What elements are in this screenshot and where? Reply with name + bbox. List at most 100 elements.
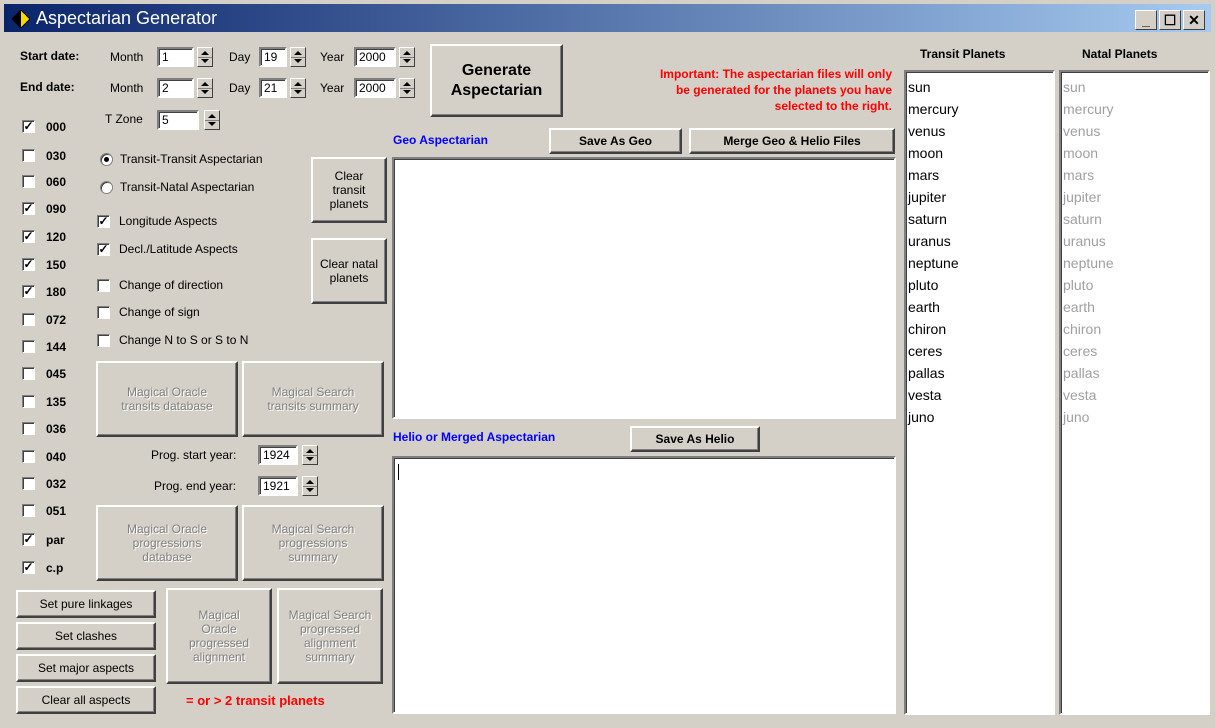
prog-start-input[interactable]: 1924 bbox=[258, 445, 298, 465]
transit-planet-item[interactable]: juno bbox=[906, 406, 1053, 428]
natal-planet-item[interactable]: sun bbox=[1061, 76, 1208, 98]
helio-aspectarian-textarea[interactable] bbox=[392, 456, 896, 714]
natal-planet-item[interactable]: moon bbox=[1061, 142, 1208, 164]
end-year-spinner[interactable] bbox=[399, 78, 415, 98]
aspect-checkbox-par[interactable]: ✓ bbox=[22, 533, 35, 546]
transit-natal-radio[interactable] bbox=[100, 181, 113, 194]
app-window: { "window": { "title": "Aspectarian Gene… bbox=[0, 0, 1215, 728]
natal-planet-item[interactable]: jupiter bbox=[1061, 186, 1208, 208]
transit-planets-list[interactable]: sun mercury venus moon mars jupiter saturn uran… bbox=[904, 70, 1055, 715]
start-year-input[interactable]: 2000 bbox=[354, 47, 396, 67]
transit-planet-item[interactable]: jupiter bbox=[906, 186, 1053, 208]
transit-planet-item[interactable]: pallas bbox=[906, 362, 1053, 384]
transit-planet-item[interactable]: moon bbox=[906, 142, 1053, 164]
natal-planet-item[interactable]: venus bbox=[1061, 120, 1208, 142]
transit-planet-item[interactable]: mars bbox=[906, 164, 1053, 186]
natal-planets-list[interactable]: sun mercury venus moon mars jupiter saturn uran… bbox=[1059, 70, 1210, 715]
transit-transit-radio[interactable] bbox=[100, 153, 113, 166]
set-pure-linkages-button[interactable]: Set pure linkages bbox=[16, 590, 156, 618]
prog-end-spinner[interactable] bbox=[302, 476, 318, 496]
ns-checkbox[interactable] bbox=[97, 334, 110, 347]
start-year-spinner[interactable] bbox=[399, 47, 415, 67]
search-progressions-button[interactable]: Magical Search progressions summary bbox=[242, 505, 384, 581]
start-year-label: Year bbox=[320, 50, 345, 64]
aspect-checkbox-060[interactable] bbox=[22, 175, 35, 188]
end-year-input[interactable]: 2000 bbox=[354, 78, 396, 98]
set-clashes-button[interactable]: Set clashes bbox=[16, 622, 156, 650]
important-note-line-3: selected to the right. bbox=[774, 99, 892, 113]
aspect-checkbox-090[interactable]: ✓ bbox=[22, 202, 35, 215]
aspect-checkbox-051[interactable] bbox=[22, 504, 35, 517]
clear-natal-planets-button[interactable]: Clear natal planets bbox=[311, 238, 387, 304]
oracle-progressions-button[interactable]: Magical Oracle progressions database bbox=[96, 505, 238, 581]
start-month-spinner[interactable] bbox=[197, 47, 213, 67]
natal-planet-item[interactable]: neptune bbox=[1061, 252, 1208, 274]
tzone-spinner[interactable] bbox=[204, 110, 220, 130]
start-day-spinner[interactable] bbox=[290, 47, 306, 67]
sign-checkbox[interactable] bbox=[97, 306, 110, 319]
end-day-input[interactable]: 21 bbox=[259, 78, 287, 98]
transit-planet-item[interactable]: earth bbox=[906, 296, 1053, 318]
save-as-geo-button[interactable]: Save As Geo bbox=[549, 128, 682, 154]
transit-planet-item[interactable]: pluto bbox=[906, 274, 1053, 296]
set-major-aspects-button[interactable]: Set major aspects bbox=[16, 654, 156, 682]
end-day-spinner[interactable] bbox=[290, 78, 306, 98]
oracle-aligned-button[interactable]: Magical Oracle progressed alignment bbox=[166, 588, 272, 684]
transit-planet-item[interactable]: venus bbox=[906, 120, 1053, 142]
generate-aspectarian-button[interactable]: Generate Aspectarian bbox=[430, 44, 563, 117]
natal-planet-item[interactable]: ceres bbox=[1061, 340, 1208, 362]
minimize-button[interactable]: _ bbox=[1135, 10, 1157, 30]
transit-planet-item[interactable]: neptune bbox=[906, 252, 1053, 274]
natal-planet-item[interactable]: earth bbox=[1061, 296, 1208, 318]
aspect-checkbox-072[interactable] bbox=[22, 313, 35, 326]
aspect-checkbox-045[interactable] bbox=[22, 367, 35, 380]
search-transits-button[interactable]: Magical Search transits summary bbox=[242, 361, 384, 437]
end-month-spinner[interactable] bbox=[197, 78, 213, 98]
aspect-checkbox-144[interactable] bbox=[22, 340, 35, 353]
aspect-checkbox-040[interactable] bbox=[22, 450, 35, 463]
save-as-helio-button[interactable]: Save As Helio bbox=[630, 426, 760, 452]
natal-planet-item[interactable]: juno bbox=[1061, 406, 1208, 428]
natal-planet-item[interactable]: mercury bbox=[1061, 98, 1208, 120]
transit-planet-item[interactable]: ceres bbox=[906, 340, 1053, 362]
end-month-input[interactable]: 2 bbox=[157, 78, 194, 98]
transit-planet-item[interactable]: saturn bbox=[906, 208, 1053, 230]
maximize-button[interactable]: ☐ bbox=[1159, 10, 1181, 30]
aspect-checkbox-180[interactable]: ✓ bbox=[22, 285, 35, 298]
decl-latitude-checkbox[interactable]: ✓ bbox=[97, 243, 110, 256]
start-day-input[interactable]: 19 bbox=[259, 47, 287, 67]
natal-planet-item[interactable]: pluto bbox=[1061, 274, 1208, 296]
geo-aspectarian-textarea[interactable] bbox=[392, 157, 896, 419]
clear-transit-planets-button[interactable]: Clear transit planets bbox=[311, 157, 387, 223]
natal-planet-item[interactable]: uranus bbox=[1061, 230, 1208, 252]
search-aligned-button[interactable]: Magical Search progressed alignment summ… bbox=[277, 588, 383, 684]
natal-planet-item[interactable]: chiron bbox=[1061, 318, 1208, 340]
transit-planet-item[interactable]: mercury bbox=[906, 98, 1053, 120]
natal-planet-item[interactable]: saturn bbox=[1061, 208, 1208, 230]
aspect-checkbox-030[interactable] bbox=[22, 149, 35, 162]
aspect-checkbox-000[interactable]: ✓ bbox=[22, 120, 35, 133]
aspect-checkbox-036[interactable] bbox=[22, 422, 35, 435]
prog-end-input[interactable]: 1921 bbox=[258, 476, 298, 496]
aspect-checkbox-150[interactable]: ✓ bbox=[22, 258, 35, 271]
merge-files-button[interactable]: Merge Geo & Helio Files bbox=[689, 128, 895, 154]
transit-planet-item[interactable]: chiron bbox=[906, 318, 1053, 340]
tzone-input[interactable]: 5 bbox=[157, 110, 199, 130]
natal-planet-item[interactable]: mars bbox=[1061, 164, 1208, 186]
natal-planet-item[interactable]: pallas bbox=[1061, 362, 1208, 384]
transit-planet-item[interactable]: sun bbox=[906, 76, 1053, 98]
prog-start-spinner[interactable] bbox=[302, 445, 318, 465]
transit-planet-item[interactable]: uranus bbox=[906, 230, 1053, 252]
aspect-checkbox-032[interactable] bbox=[22, 477, 35, 490]
aspect-checkbox-cp[interactable]: ✓ bbox=[22, 561, 35, 574]
longitude-checkbox[interactable]: ✓ bbox=[97, 215, 110, 228]
aspect-checkbox-120[interactable]: ✓ bbox=[22, 230, 35, 243]
transit-planet-item[interactable]: vesta bbox=[906, 384, 1053, 406]
start-month-input[interactable]: 1 bbox=[157, 47, 194, 67]
oracle-transits-button[interactable]: Magical Oracle transits database bbox=[96, 361, 238, 437]
clear-all-aspects-button[interactable]: Clear all aspects bbox=[16, 686, 156, 714]
aspect-checkbox-135[interactable] bbox=[22, 395, 35, 408]
close-button[interactable]: ✕ bbox=[1183, 10, 1205, 30]
direction-checkbox[interactable] bbox=[97, 279, 110, 292]
natal-planet-item[interactable]: vesta bbox=[1061, 384, 1208, 406]
